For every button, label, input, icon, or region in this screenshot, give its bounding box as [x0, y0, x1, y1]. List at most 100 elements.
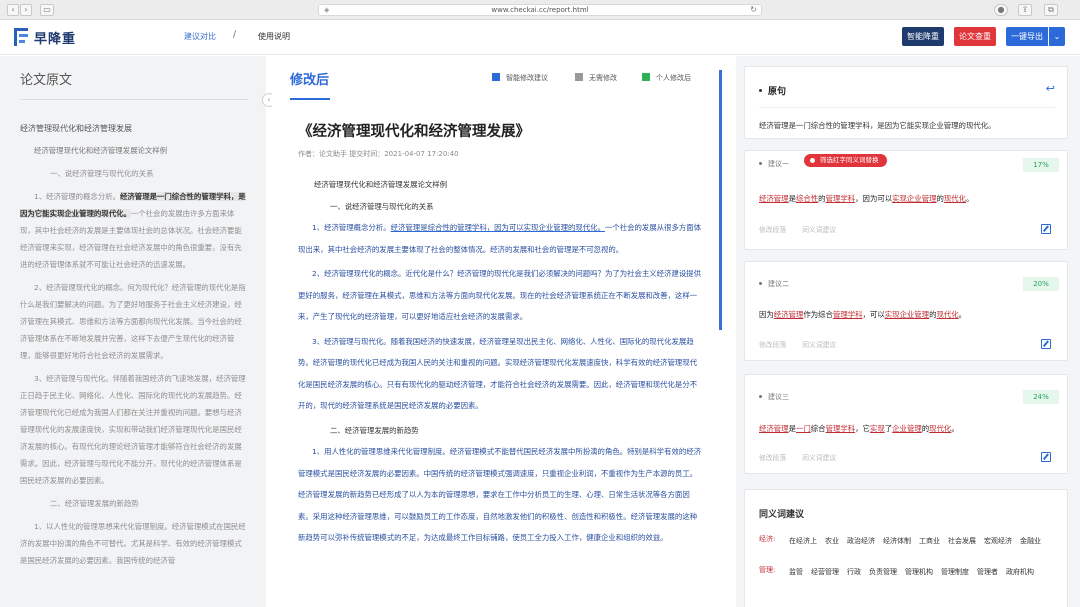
- edit-paragraph-link[interactable]: 修改段落: [759, 226, 786, 234]
- revised-paragraph: 1、经济管理概念分析。经济管理是综合性的管理学科，因为可以实现企业管理的现代化。…: [298, 217, 702, 260]
- edit-icon[interactable]: [1041, 452, 1051, 462]
- address-bar[interactable]: ◈ www.checkai.cc/report.html ↻: [318, 4, 762, 16]
- suggestion-card-1[interactable]: 建议一 筛选红字同义词替换 17% 经济管理是综合性的管理学科，因为可以实现企业…: [744, 150, 1068, 250]
- suggestion-label: 建议二: [759, 279, 789, 289]
- synonym-word[interactable]: 在经济上: [789, 537, 817, 545]
- kept-word: 综合: [810, 424, 826, 433]
- suggestion-text[interactable]: 经济管理是一门综合管理学科，它实现了企业管理的现代化。: [759, 423, 959, 434]
- revised-section-title: 一、说经济管理与现代化的关系: [330, 201, 434, 211]
- rewritten-word[interactable]: 管理学科: [833, 310, 863, 319]
- document-meta: 作者：论文助手 提交时间：2021-04-07 17:20:40: [298, 150, 459, 158]
- tabs-icon[interactable]: ⧉: [1044, 4, 1058, 16]
- synonym-word[interactable]: 监管: [789, 568, 803, 576]
- plagiarism-check-button[interactable]: 论文查重: [954, 27, 996, 46]
- synonym-word[interactable]: 经营管理: [811, 568, 839, 576]
- selected-sentence[interactable]: 经济管理是综合性的管理学科，因为可以实现企业管理的现代化。: [391, 223, 605, 232]
- synonym-word[interactable]: 行政: [847, 568, 861, 576]
- rewritten-word[interactable]: 实现: [870, 424, 885, 433]
- nav-usage-guide[interactable]: 使用说明: [258, 31, 290, 42]
- card-title-text: 原句: [768, 87, 787, 97]
- reload-icon[interactable]: ↻: [750, 5, 757, 15]
- kept-word: 是: [788, 424, 796, 433]
- synonym-word[interactable]: 社会发展: [948, 537, 976, 545]
- suggestions-panel: 原句 ↩ 经济管理是一门综合性的管理学科，是因为它能实现企业管理的现代化。 建议…: [736, 56, 1080, 607]
- similarity-badge: 17%: [1023, 158, 1059, 172]
- rewritten-word[interactable]: 管理学科: [826, 194, 856, 203]
- undo-icon[interactable]: ↩: [1046, 82, 1055, 95]
- original-heading: 经济管理现代化和经济管理发展: [20, 124, 132, 133]
- synonym-word[interactable]: 管理机构: [905, 568, 933, 576]
- suggestion-card-2[interactable]: 建议二 20% 因为经济管理作为综合管理学科，可以实现企业管理的现代化。 修改段…: [744, 261, 1068, 361]
- revised-paragraph[interactable]: 1、用人性化的管理思维来代化管理制度。经济管理模式不能替代国民经济发展中所扮演的…: [298, 441, 702, 549]
- export-button[interactable]: 一键导出: [1006, 27, 1048, 46]
- edit-icon[interactable]: [1041, 339, 1051, 349]
- legend-item: 智能修改建议: [492, 73, 548, 83]
- kept-word: 。: [966, 194, 974, 203]
- rewritten-word[interactable]: 综合性: [796, 194, 818, 203]
- tab-revised[interactable]: 修改后: [290, 69, 329, 88]
- rewritten-word[interactable]: 管理学科: [826, 424, 856, 433]
- suggestion-ops: 修改段落 同义词建议: [759, 452, 852, 462]
- filter-synonym-tag[interactable]: 筛选红字同义词替换: [804, 154, 887, 167]
- rewritten-word[interactable]: 实现企业管理: [892, 194, 936, 203]
- original-paragraph: 2、经济管理现代化的概念。何为现代化？经济管理的现代化是指什么是我们要解决的问题…: [20, 283, 246, 360]
- synonym-word[interactable]: 农业: [825, 537, 839, 545]
- nav-suggestion-compare[interactable]: 建议对比: [184, 31, 216, 42]
- forward-icon[interactable]: ›: [20, 4, 32, 16]
- share-icon[interactable]: ⇪: [1018, 4, 1032, 16]
- suggestion-card-3[interactable]: 建议三 24% 经济管理是一门综合管理学科，它实现了企业管理的现代化。 修改段落…: [744, 374, 1068, 474]
- legend-item: 无需修改: [575, 73, 617, 83]
- rewritten-word[interactable]: 现代化: [944, 194, 966, 203]
- logo-icon: [14, 28, 28, 46]
- rewritten-word[interactable]: 现代化: [936, 310, 958, 319]
- synonym-word[interactable]: 工商业: [919, 537, 940, 545]
- rewritten-word[interactable]: 经济管理: [759, 424, 789, 433]
- sidebar-toggle-icon[interactable]: ▭: [40, 4, 54, 16]
- original-sentence-text: 经济管理是一门综合性的管理学科，是因为它能实现企业管理的现代化。: [759, 121, 996, 130]
- original-paragraph: 3、经济管理与现代化。伴随着我国经济的飞速地发展，经济管理正日趋于民主化、网络化…: [20, 374, 246, 485]
- synonym-word[interactable]: 经济体制: [883, 537, 911, 545]
- edit-paragraph-link[interactable]: 修改段落: [759, 454, 786, 462]
- synonym-word[interactable]: 负责管理: [869, 568, 897, 576]
- revised-subtitle: 经济管理现代化和经济管理发展论文样例: [314, 180, 448, 189]
- synonym-card: 同义词建议 经济: 在经济上 农业 政治经济 经济体制 工商业 社会发展 宏观经济 金融业 管…: [744, 489, 1068, 607]
- download-icon[interactable]: ●: [994, 4, 1008, 16]
- legend-swatch-blue: [492, 73, 500, 81]
- rewritten-word[interactable]: 实现企业管理: [885, 310, 929, 319]
- rewritten-word[interactable]: 现代化: [929, 424, 951, 433]
- rewritten-word[interactable]: 企业管理: [892, 424, 922, 433]
- synonym-word[interactable]: 管理者: [977, 568, 998, 576]
- revised-paragraph[interactable]: 2、经济管理现代化的概念。近代化是什么？经济管理的现代化是我们必须解决的问题吗？…: [298, 263, 702, 328]
- tab-active-indicator: [290, 98, 330, 100]
- kept-word: ，因为可以: [855, 194, 893, 203]
- suggestion-text[interactable]: 经济管理是综合性的管理学科，因为可以实现企业管理的现代化。: [759, 193, 973, 204]
- export-dropdown-chevron-icon[interactable]: ⌄: [1049, 27, 1065, 46]
- synonym-word[interactable]: 金融业: [1020, 537, 1041, 545]
- kept-word: 的: [818, 194, 826, 203]
- original-sentence-title: 原句: [759, 84, 786, 97]
- synonym-word[interactable]: 管理制度: [941, 568, 969, 576]
- paragraph-text: 一个社会的发展由许多方面来体现，其中社会经济的发展是主要体现社会的总体状况。社会…: [20, 209, 242, 269]
- synonym-word[interactable]: 政府机构: [1006, 568, 1034, 576]
- suggestion-text[interactable]: 因为经济管理作为综合管理学科，可以实现企业管理的现代化。: [759, 309, 966, 320]
- synonym-word[interactable]: 宏观经济: [984, 537, 1012, 545]
- smart-rewrite-button[interactable]: 智能降重: [902, 27, 944, 46]
- scrollbar[interactable]: [719, 70, 722, 330]
- revised-paragraph[interactable]: 3、经济管理与现代化。随着我国经济的快速发展，经济管理呈现出民主化、网络化、人性…: [298, 331, 702, 417]
- kept-word: 。: [958, 310, 967, 319]
- edit-icon[interactable]: [1041, 224, 1051, 234]
- edit-paragraph-link[interactable]: 修改段落: [759, 341, 786, 349]
- rewritten-word[interactable]: 经济管理: [759, 194, 789, 203]
- synonym-suggest-link[interactable]: 同义词建议: [802, 454, 836, 462]
- synonym-suggest-link[interactable]: 同义词建议: [802, 341, 836, 349]
- kept-word: 因为: [759, 310, 774, 319]
- suggestion-label: 建议三: [759, 392, 789, 402]
- synonym-title: 同义词建议: [759, 510, 805, 520]
- back-icon[interactable]: ‹: [7, 4, 19, 16]
- rewritten-word[interactable]: 一门: [796, 424, 811, 433]
- synonym-word[interactable]: 政治经济: [847, 537, 875, 545]
- document-title: 《经济管理现代化和经济管理发展》: [298, 124, 530, 140]
- synonym-suggest-link[interactable]: 同义词建议: [802, 226, 836, 234]
- kept-word: ，可以: [862, 310, 885, 319]
- rewritten-word[interactable]: 经济管理: [774, 310, 804, 319]
